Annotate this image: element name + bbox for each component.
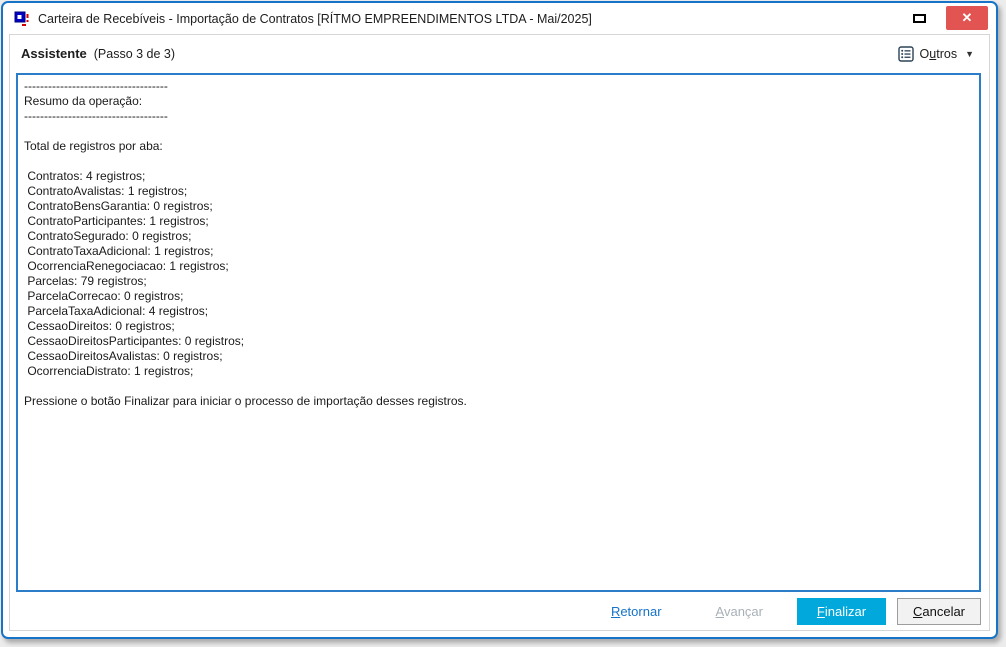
close-button[interactable]: ✕ bbox=[946, 6, 988, 30]
wizard-header: Assistente (Passo 3 de 3) Outros ▼ bbox=[10, 35, 989, 72]
wizard-step-label: (Passo 3 de 3) bbox=[93, 47, 176, 61]
window-title: Carteira de Recebíveis - Importação de C… bbox=[38, 11, 592, 26]
finalizar-button[interactable]: Finalizar bbox=[797, 597, 886, 625]
summary-text[interactable]: ------------------------------------ Res… bbox=[16, 73, 981, 592]
wizard-panel: Assistente (Passo 3 de 3) Outros ▼ -----… bbox=[9, 34, 990, 631]
maximize-icon bbox=[912, 13, 926, 23]
list-icon bbox=[897, 45, 914, 62]
app-form-icon bbox=[14, 11, 29, 26]
outros-dropdown-button[interactable]: Outros ▼ bbox=[894, 43, 978, 65]
retornar-button[interactable]: Retornar bbox=[597, 604, 676, 619]
chevron-down-icon: ▼ bbox=[965, 48, 974, 59]
cancelar-button[interactable]: Cancelar bbox=[897, 597, 981, 625]
wizard-footer: Retornar Avançar Finalizar Cancelar bbox=[597, 596, 981, 626]
wizard-title: Assistente bbox=[21, 46, 87, 61]
avancar-button[interactable]: Avançar bbox=[702, 604, 777, 619]
maximize-button[interactable] bbox=[904, 6, 934, 30]
outros-label: Outros bbox=[919, 46, 958, 61]
title-bar: Carteira de Recebíveis - Importação de C… bbox=[3, 3, 996, 34]
dialog-window: Carteira de Recebíveis - Importação de C… bbox=[1, 1, 998, 639]
close-icon: ✕ bbox=[961, 10, 973, 25]
